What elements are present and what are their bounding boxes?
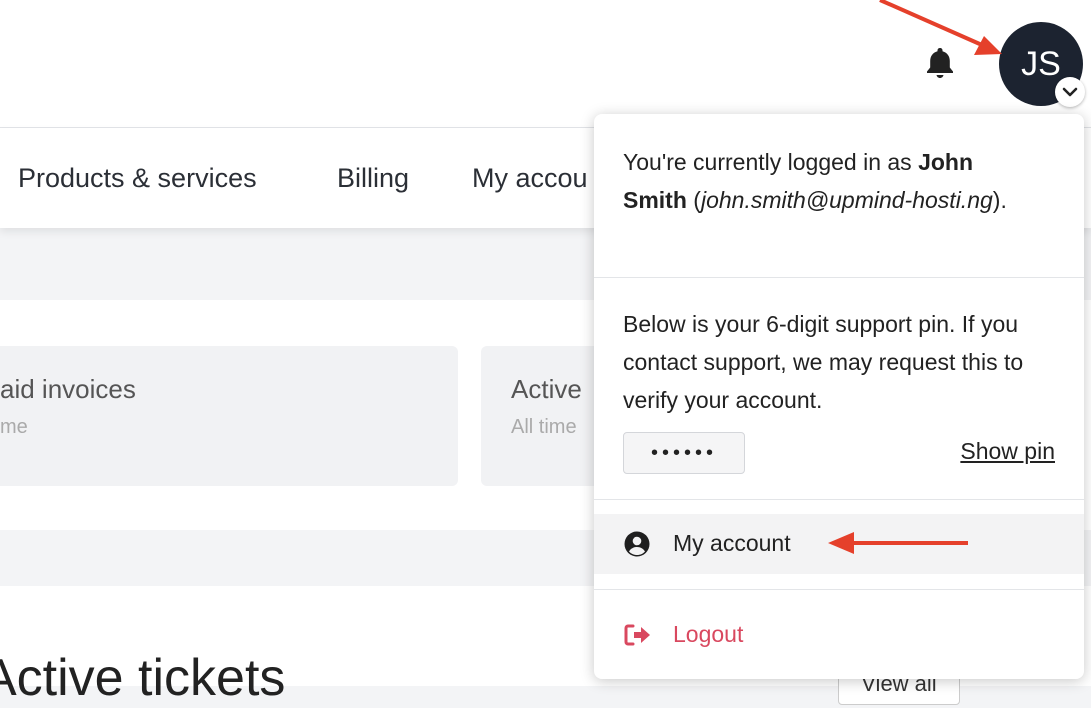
stat-title: Active <box>511 374 582 404</box>
nav-item-products-services[interactable]: Products & services <box>18 163 257 194</box>
user-circle-icon <box>624 531 650 562</box>
menu-item-label: Logout <box>673 621 744 647</box>
divider <box>594 277 1084 278</box>
nav-item-my-account[interactable]: My accou <box>472 163 588 194</box>
nav-item-billing[interactable]: Billing <box>337 163 409 194</box>
support-pin-field: •••••• <box>623 432 745 474</box>
stat-card-unpaid-invoices[interactable]: aid invoices me <box>0 346 458 486</box>
section-title: Active tickets <box>0 649 286 707</box>
stat-subtitle: me <box>0 416 28 438</box>
top-bar <box>0 0 1091 128</box>
stat-title: aid invoices <box>0 374 136 404</box>
menu-item-my-account[interactable]: My account <box>594 514 1084 574</box>
account-dropdown: You're currently logged in as John Smith… <box>594 114 1084 679</box>
sign-out-icon <box>624 624 652 651</box>
stat-subtitle: All time <box>511 416 577 438</box>
bell-icon[interactable] <box>924 46 956 80</box>
menu-item-label: My account <box>673 530 791 556</box>
divider <box>594 589 1084 590</box>
show-pin-link[interactable]: Show pin <box>960 438 1055 465</box>
chevron-down-icon[interactable] <box>1055 77 1085 107</box>
logged-in-info: You're currently logged in as John Smith… <box>623 149 1007 213</box>
user-email: john.smith@upmind-hosti.ng <box>700 187 993 213</box>
menu-item-logout[interactable]: Logout <box>594 606 1084 664</box>
stat-card-active[interactable]: Active All time <box>481 346 601 486</box>
support-pin-description: Below is your 6-digit support pin. If yo… <box>623 311 1024 413</box>
divider <box>594 499 1084 500</box>
